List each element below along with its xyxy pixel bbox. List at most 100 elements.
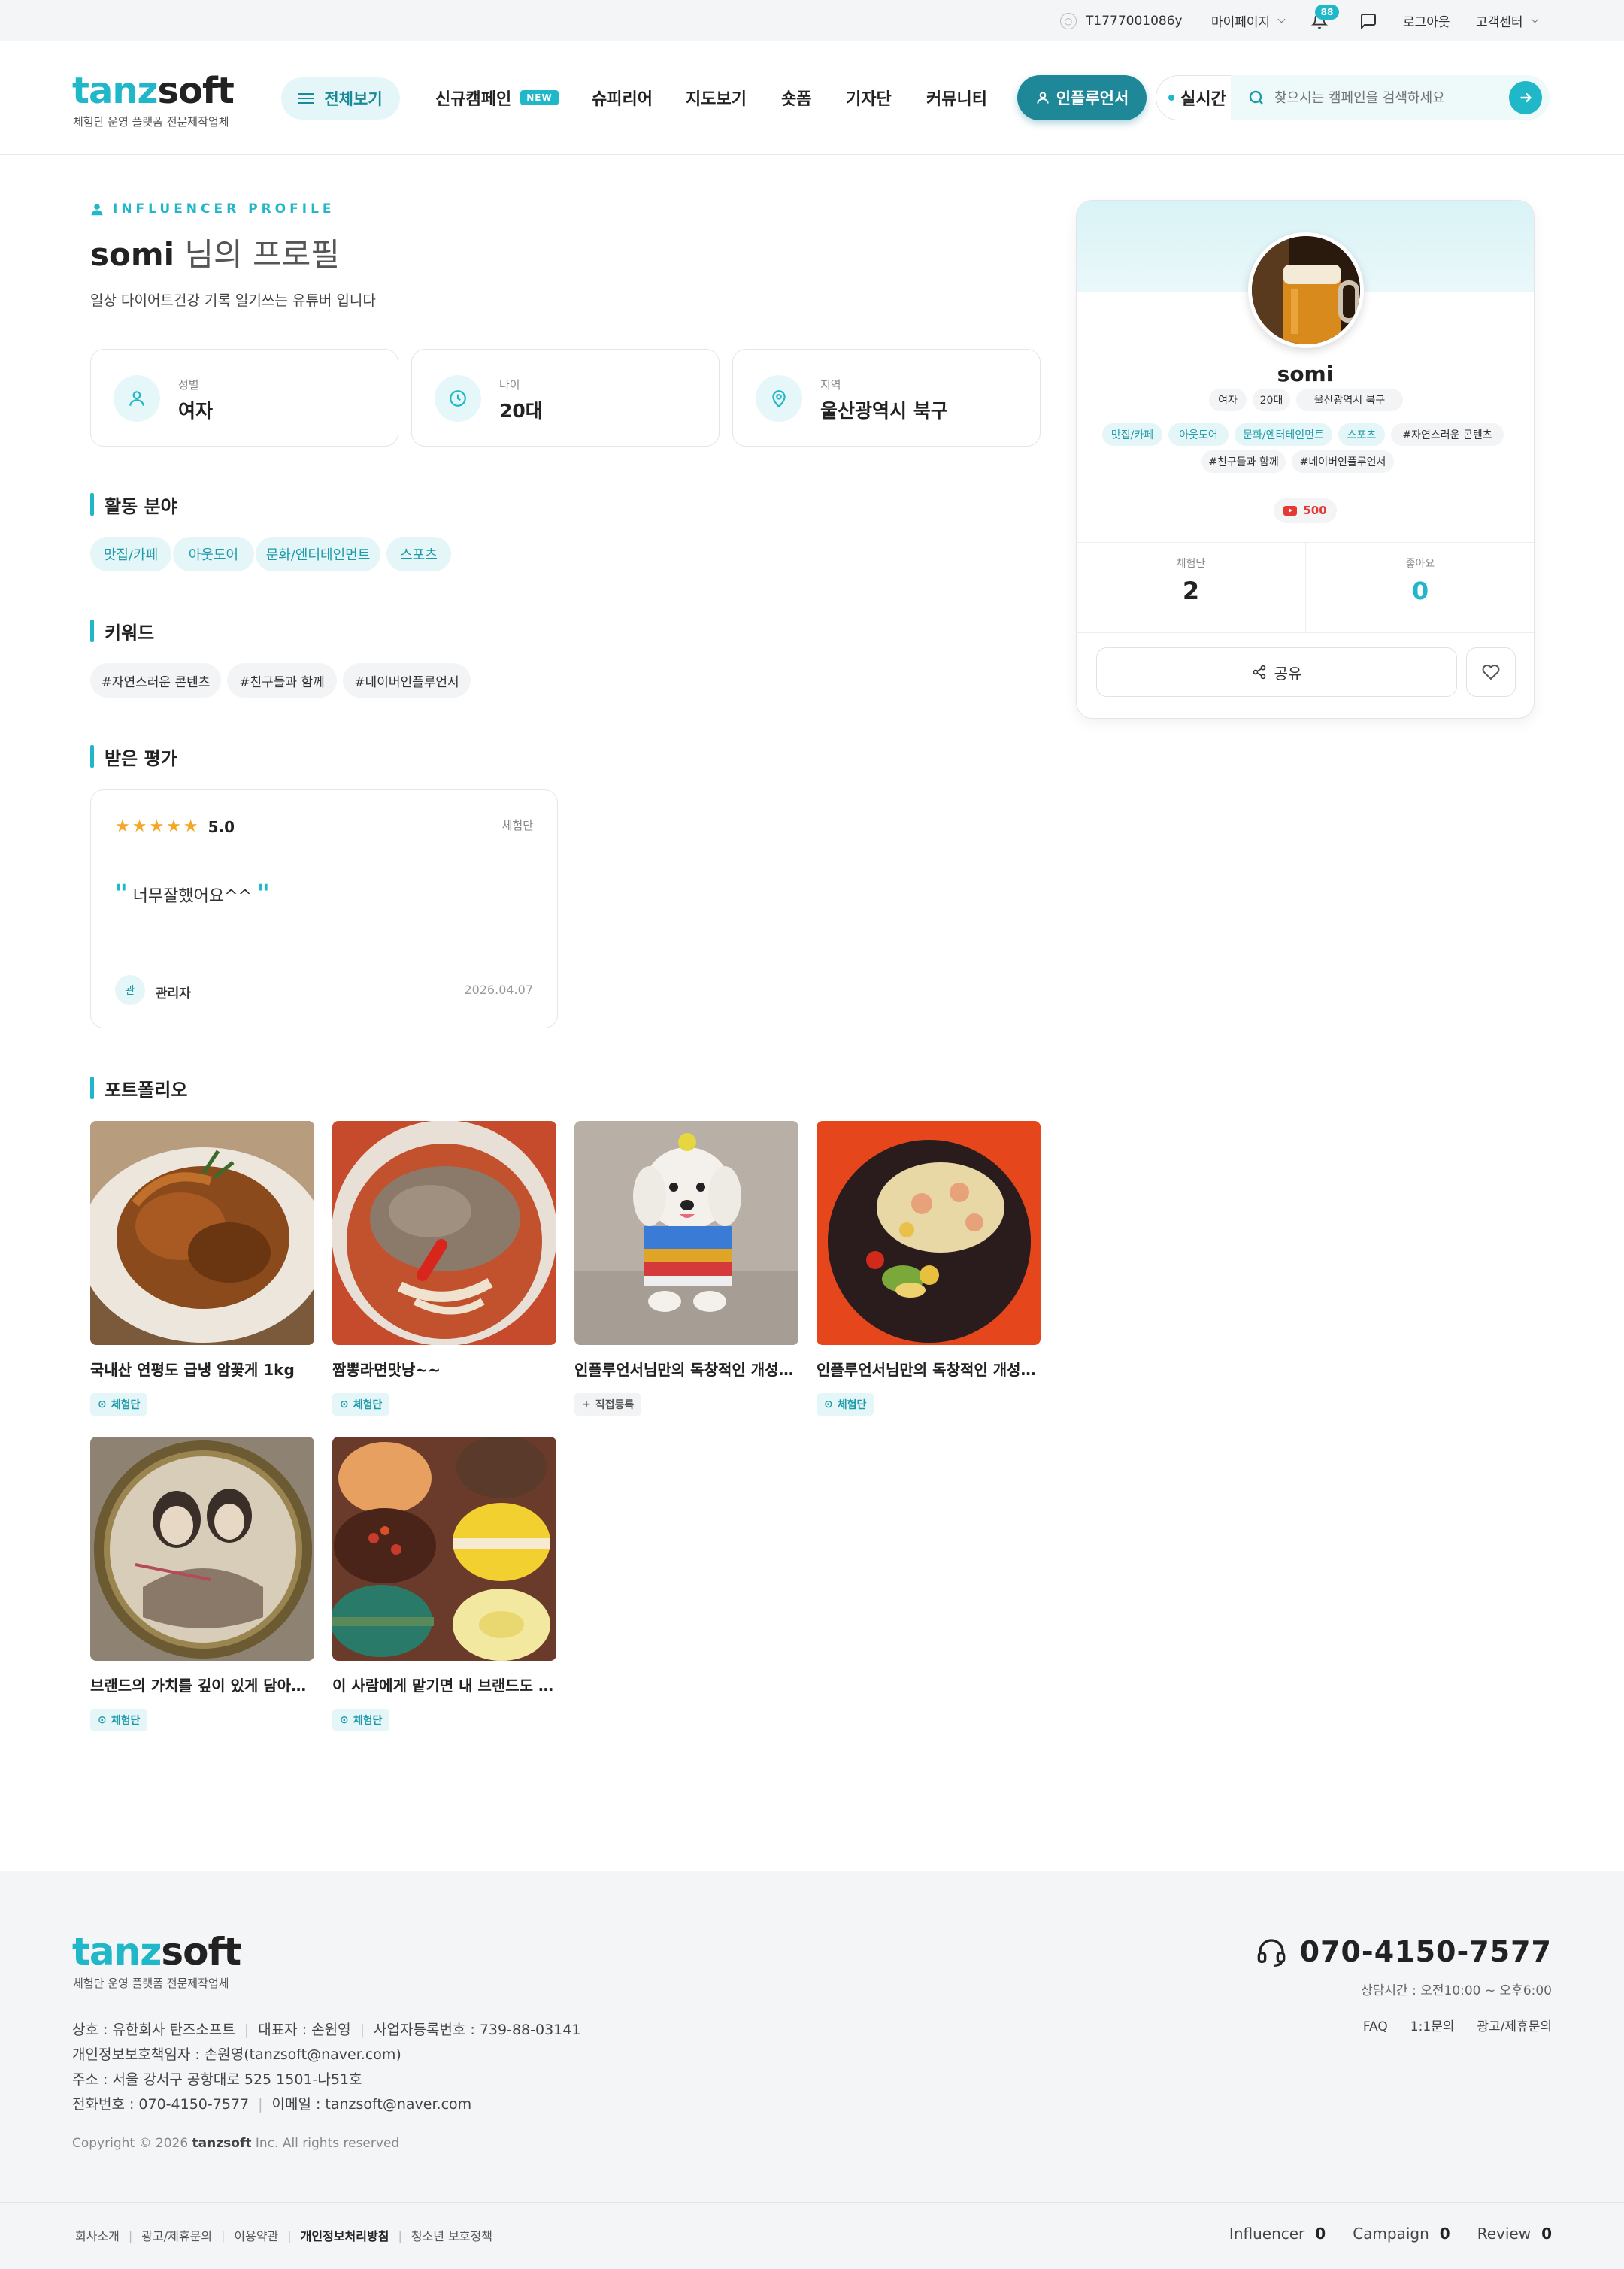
nav-reporters[interactable]: 기자단: [846, 83, 892, 113]
quote-icon: ": [256, 879, 270, 907]
arrow-right-icon: [1520, 92, 1532, 103]
support-hours: 상담시간 : 오전10:00 ~ 오후6:00: [1361, 1983, 1552, 1998]
ad-link[interactable]: 광고/제휴문의: [141, 2229, 212, 2243]
portfolio-image[interactable]: [332, 1121, 556, 1345]
plus-icon: +: [582, 1398, 591, 1410]
divider: [0, 2202, 1624, 2203]
quote-icon: ": [115, 879, 128, 907]
share-icon: [1253, 665, 1265, 680]
activity-tag: 문화/엔터테인먼트: [256, 537, 380, 571]
nav-community[interactable]: 커뮤니티: [926, 83, 987, 113]
headset-icon: [1257, 1939, 1285, 1967]
about-link[interactable]: 회사소개: [75, 2229, 120, 2243]
keyword-tag: #친구들과 함께: [227, 663, 337, 698]
support-menu[interactable]: 고객센터: [1476, 0, 1539, 41]
info-card-region: 지역 울산광역시 북구: [732, 349, 1041, 447]
portfolio-title[interactable]: 짬뽕라면맛낭~~: [332, 1358, 558, 1380]
clock-icon: [435, 375, 481, 422]
review-type: 체험단: [501, 819, 533, 832]
live-dot-icon: [1168, 95, 1175, 101]
check-circle-icon: ⊙: [98, 1714, 107, 1726]
share-button[interactable]: 공유: [1096, 647, 1457, 697]
search-bar: [1231, 75, 1550, 120]
realtime-button[interactable]: 실시간: [1156, 75, 1238, 120]
portfolio-title[interactable]: 국내산 연평도 급냉 암꽃게 1kg: [90, 1358, 316, 1380]
stat-likes: 좋아요 0: [1306, 556, 1534, 605]
youtube-subscribers[interactable]: 500: [1274, 498, 1337, 523]
portfolio-badge: ⊙ 체험단: [817, 1393, 874, 1416]
info-chip: 20대: [1253, 389, 1290, 411]
ad-inquiry-link[interactable]: 광고/제휴문의: [1477, 2019, 1552, 2034]
portfolio-image[interactable]: [817, 1121, 1041, 1345]
heart-icon: [1482, 665, 1500, 680]
info-label: 성별: [178, 378, 199, 392]
inquiry-link[interactable]: 1:1문의: [1410, 2019, 1455, 2034]
portfolio-image[interactable]: [332, 1437, 556, 1661]
portfolio-image[interactable]: [574, 1121, 798, 1345]
check-circle-icon: ⊙: [340, 1714, 349, 1726]
keyword-chip: #친구들과 함께: [1201, 450, 1286, 473]
section-keywords: 키워드: [90, 620, 154, 644]
top-utility-bar: ○ T1777001086y 마이페이지 88 로그아웃 고객센터: [0, 0, 1624, 41]
influencer-count: 0: [1315, 2225, 1326, 2243]
all-menu-button[interactable]: 전체보기: [281, 77, 400, 120]
profile-description: 일상 다이어트건강 기록 일기쓰는 유튜버 입니다: [90, 292, 376, 309]
nav-new-campaign[interactable]: 신규캠페인 NEW: [435, 83, 559, 113]
person-icon: [91, 204, 103, 216]
person-icon: [114, 375, 160, 422]
search-input[interactable]: [1274, 89, 1500, 106]
rating-score: 5.0: [208, 817, 235, 836]
keyword-chip: #네이버인플루언서: [1292, 450, 1394, 473]
stat-value: 2: [1182, 577, 1200, 605]
youth-policy-link[interactable]: 청소년 보호정책: [411, 2229, 492, 2243]
nav-superior[interactable]: 슈피리어: [592, 83, 653, 113]
like-button[interactable]: [1466, 647, 1516, 697]
privacy-policy-link[interactable]: 개인정보처리방침: [301, 2229, 389, 2243]
user-id[interactable]: ○ T1777001086y: [1060, 0, 1183, 41]
main-header: tanzsoft 체험단 운영 플랫폼 전문제작업체 전체보기 신규캠페인 NEW…: [0, 41, 1624, 155]
section-reviews: 받은 평가: [90, 745, 177, 769]
keyword-chip: #자연스러운 콘텐츠: [1391, 423, 1504, 446]
check-circle-icon: ⊙: [824, 1398, 833, 1410]
faq-link[interactable]: FAQ: [1363, 2019, 1388, 2034]
chat-icon: [1361, 13, 1376, 29]
portfolio-title[interactable]: 인플루언서님만의 독창적인 개성이...: [574, 1358, 800, 1380]
campaign-count: 0: [1439, 2225, 1450, 2243]
logout-link[interactable]: 로그아웃: [1403, 0, 1450, 41]
activity-chip: 문화/엔터테인먼트: [1235, 423, 1332, 446]
site-logo[interactable]: tanzsoft: [72, 70, 235, 112]
portfolio-title[interactable]: 브랜드의 가치를 깊이 있게 담아낼...: [90, 1674, 316, 1695]
terms-link[interactable]: 이용약관: [234, 2229, 278, 2243]
review-text: " 너무잘했어요^^ ": [115, 879, 270, 907]
divider: [1077, 632, 1534, 633]
review-author: 관리자: [156, 986, 191, 1001]
youtube-icon: [1283, 505, 1298, 516]
search-submit-button[interactable]: [1509, 81, 1542, 114]
activity-tag: 스포츠: [386, 537, 451, 571]
profile-eyebrow: INFLUENCER PROFILE: [90, 201, 335, 217]
chevron-down-icon: [1277, 15, 1286, 23]
portfolio-title[interactable]: 이 사람에게 맡기면 내 브랜드도 고...: [332, 1674, 558, 1695]
stat-label: 좋아요: [1405, 558, 1435, 570]
star-rating: ★★★★★ 5.0: [115, 817, 235, 836]
portfolio-image[interactable]: [90, 1437, 314, 1661]
info-card-age: 나이 20대: [411, 349, 720, 447]
portfolio-badge: ⊙ 체험단: [332, 1393, 390, 1416]
section-activity: 활동 분야: [90, 493, 177, 517]
mypage-menu[interactable]: 마이페이지: [1211, 0, 1286, 41]
message-button[interactable]: [1359, 0, 1377, 41]
nav-shortform[interactable]: 숏폼: [781, 83, 811, 113]
portfolio-badge: ⊙ 체험단: [90, 1393, 148, 1416]
activity-chip: 스포츠: [1338, 423, 1385, 446]
nav-map[interactable]: 지도보기: [686, 83, 747, 113]
portfolio-title[interactable]: 인플루언서님만의 독창적인 개성이...: [817, 1358, 1042, 1380]
footer-logo[interactable]: tanzsoft: [72, 1930, 241, 1974]
profile-name: somi: [1277, 362, 1334, 386]
keyword-tag: #네이버인플루언서: [343, 663, 471, 698]
portfolio-image[interactable]: [90, 1121, 314, 1345]
menu-icon: [298, 93, 314, 104]
check-circle-icon: ⊙: [98, 1398, 107, 1410]
stat-campaigns: 체험단 2: [1077, 556, 1305, 605]
influencer-button[interactable]: 인플루언서: [1017, 75, 1147, 120]
privacy-officer: 개인정보보호책임자 : 손원영(tanzsoft@naver.com): [72, 2046, 401, 2063]
